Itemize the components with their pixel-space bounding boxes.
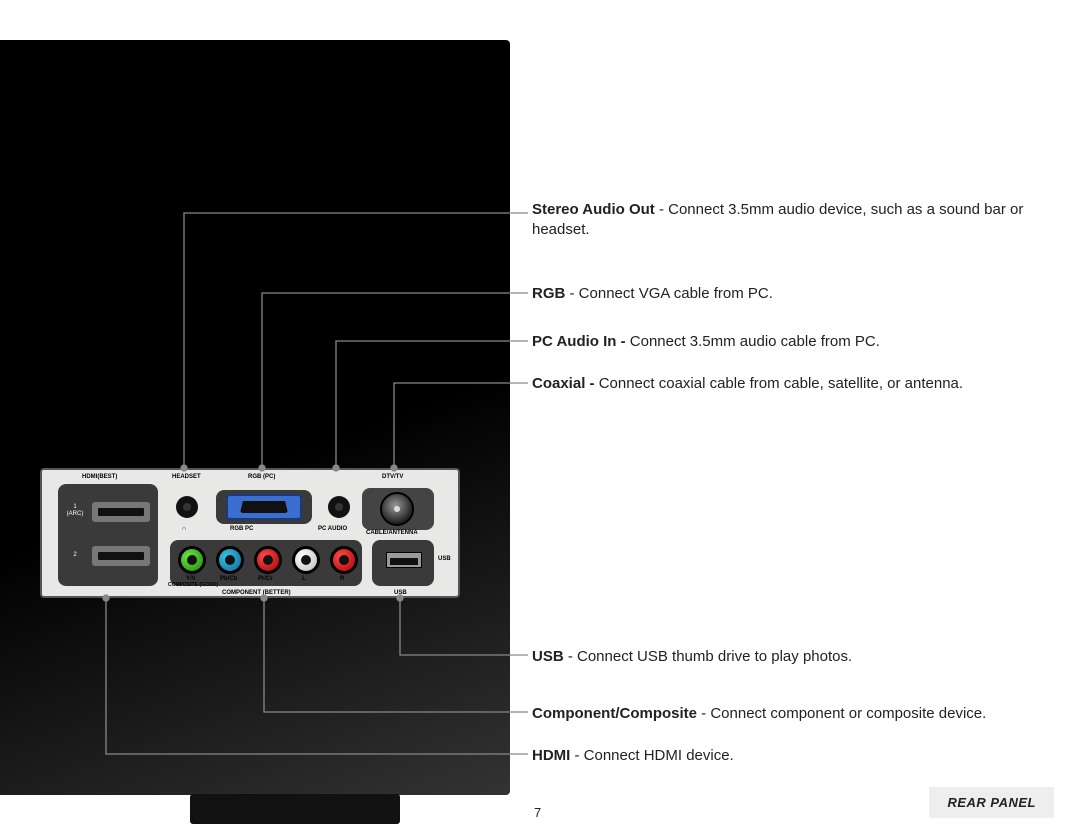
page-number: 7 [534,805,541,820]
label-composite-good: COMPOSITE (GOOD) [168,582,218,588]
component-pb-blue-icon [216,546,244,574]
hdmi-1-label: 1(ARC) [64,504,86,518]
desc-usb: USB - Connect USB thumb drive to play ph… [532,647,852,667]
label-rgb-pc-mid: RGB PC [230,526,253,532]
label-usb-bot: USB [394,590,407,596]
rear-port-plate: 1(ARC) 2 HDMI(BEST) HEADSET RGB (PC) DTV… [40,468,460,598]
audio-l-white-icon [292,546,320,574]
desc-stereo-audio-out: Stereo Audio Out - Connect 3.5mm audio d… [532,200,1072,241]
label-prcr: Pr/Cr [258,576,273,582]
coax-port-icon [380,492,414,526]
hdmi-2-port-icon [92,546,150,566]
desc-component-composite: Component/Composite - Connect component … [532,704,986,724]
component-pr-red-icon [254,546,282,574]
hdmi-block: 1(ARC) 2 [58,484,158,586]
label-pc-audio: PC AUDIO [318,526,347,532]
label-headphone-icon: ∩ [182,526,186,532]
desc-pc-audio-in: PC Audio In - Connect 3.5mm audio cable … [532,332,880,352]
footer-section-label: REAR PANEL [929,787,1054,818]
label-component-better: COMPONENT (BETTER) [222,590,291,596]
tv-back-body [0,40,510,795]
label-headset: HEADSET [172,474,201,480]
label-l: L [302,576,306,582]
hdmi-2-label: 2 [64,552,86,559]
label-cable-antenna: CABLE/ANTENNA [366,530,418,536]
desc-rgb: RGB - Connect VGA cable from PC. [532,284,773,304]
vga-port-icon [226,494,302,520]
tv-stand [190,794,400,824]
desc-hdmi: HDMI - Connect HDMI device. [532,746,734,766]
desc-coaxial: Coaxial - Connect coaxial cable from cab… [532,374,963,394]
label-hdmi-best: HDMI(BEST) [82,474,117,480]
label-usb-mid: USB [438,556,451,562]
label-dtv-tv: DTV/TV [382,474,403,480]
hdmi-1-port-icon [92,502,150,522]
audio-r-red-icon [330,546,358,574]
label-pbcb: Pb/Cb [220,576,237,582]
pc-audio-jack-icon [328,496,350,518]
usb-port-icon [386,552,422,568]
label-rgb-pc-top: RGB (PC) [248,474,275,480]
label-r: R [340,576,344,582]
headset-jack-icon [176,496,198,518]
component-y-green-icon [178,546,206,574]
